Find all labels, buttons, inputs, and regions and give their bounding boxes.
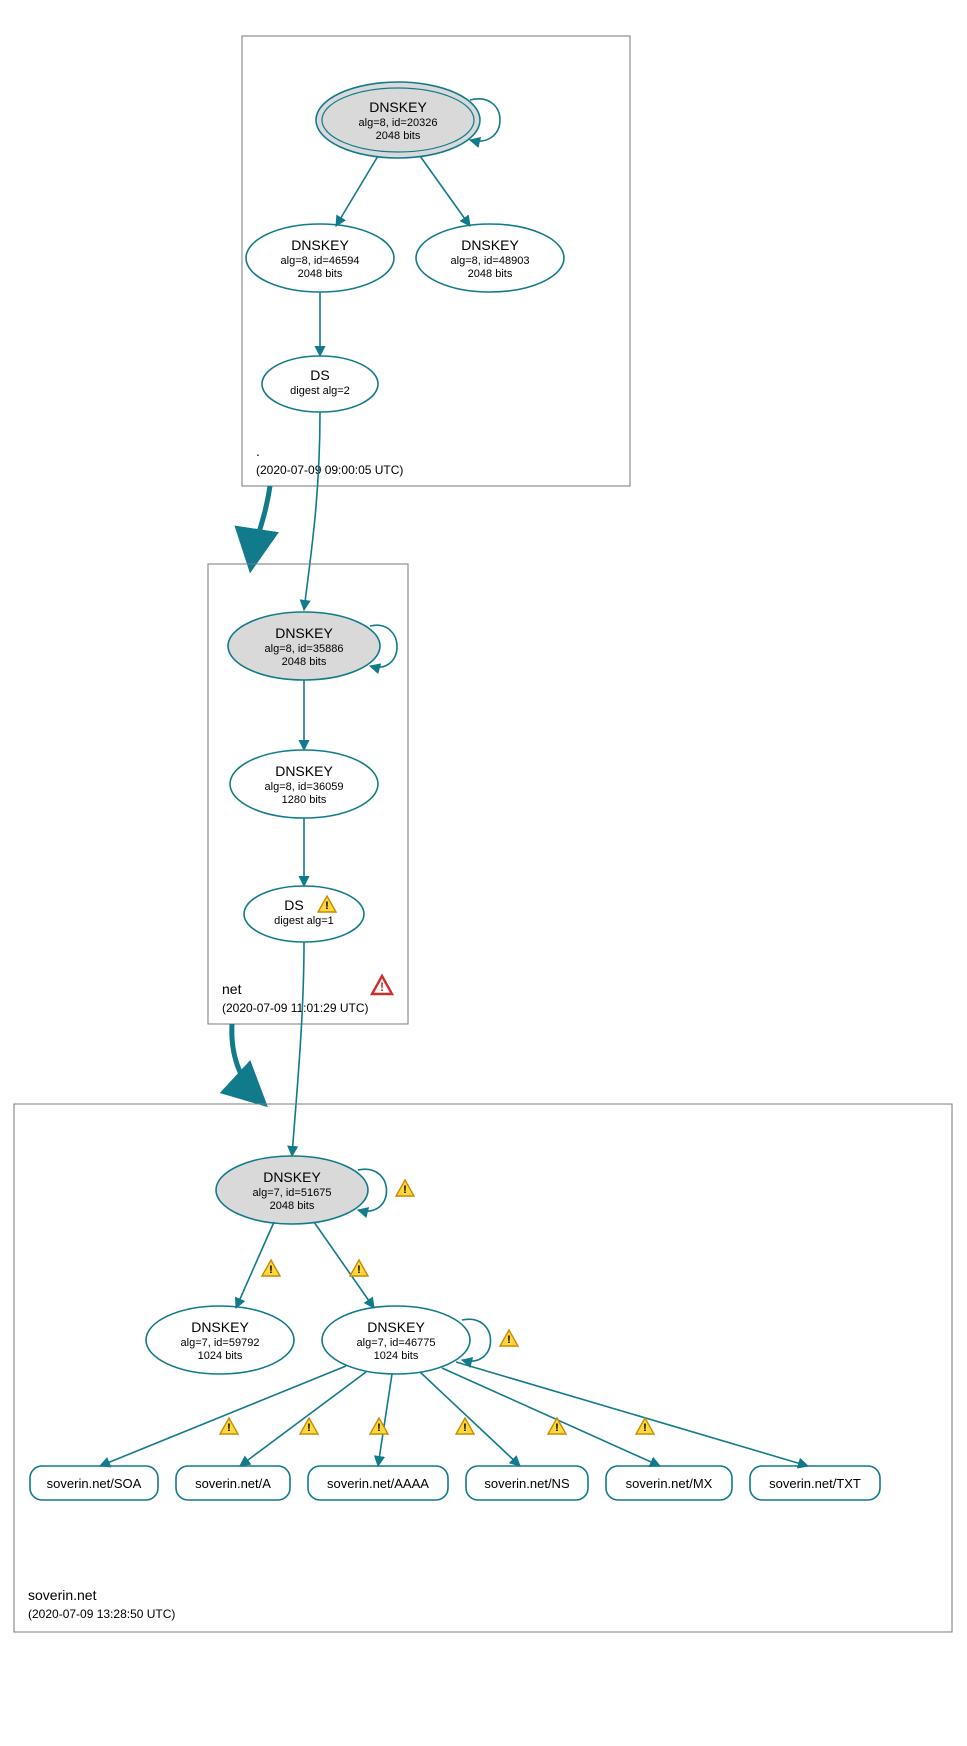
- node-root-zsk1: DNSKEY alg=8, id=46594 2048 bits: [246, 224, 394, 292]
- zone-root-timestamp: (2020-07-09 09:00:05 UTC): [256, 463, 403, 477]
- zone-soverin-timestamp: (2020-07-09 13:28:50 UTC): [28, 1607, 175, 1621]
- svg-text:DNSKEY: DNSKEY: [367, 1319, 425, 1335]
- dnssec-diagram: . (2020-07-09 09:00:05 UTC) DNSKEY alg=8…: [0, 0, 967, 1746]
- svg-text:DNSKEY: DNSKEY: [275, 625, 333, 641]
- svg-text:!: !: [643, 1422, 647, 1434]
- warning-icon-edge-soa: !: [220, 1418, 238, 1434]
- svg-text:alg=8, id=20326: alg=8, id=20326: [359, 117, 438, 129]
- svg-text:soverin.net/TXT: soverin.net/TXT: [769, 1476, 861, 1491]
- warning-icon-edge-mx: !: [548, 1418, 566, 1434]
- rrset-aaaa: soverin.net/AAAA: [308, 1466, 448, 1500]
- svg-text:alg=8, id=35886: alg=8, id=35886: [265, 643, 344, 655]
- edge-rootksk-zsk1: [336, 156, 378, 226]
- edge-zsk2-ns: [420, 1372, 520, 1466]
- node-net-zsk: DNSKEY alg=8, id=36059 1280 bits: [230, 750, 378, 818]
- edge-zsk2-soa: [100, 1366, 346, 1466]
- svg-text:DNSKEY: DNSKEY: [369, 99, 427, 115]
- edge-netds-sovksk: [292, 942, 304, 1156]
- warning-icon-edge-a: !: [300, 1418, 318, 1434]
- svg-text:digest alg=2: digest alg=2: [290, 385, 350, 397]
- svg-text:!: !: [307, 1422, 311, 1434]
- node-net-ksk: DNSKEY alg=8, id=35886 2048 bits: [228, 612, 380, 680]
- svg-text:!: !: [269, 1264, 273, 1276]
- edge-root-to-net: [252, 486, 270, 560]
- warning-icon-sovksk-zsk2: !: [350, 1260, 368, 1276]
- svg-text:!: !: [403, 1184, 407, 1196]
- svg-text:!: !: [357, 1264, 361, 1276]
- rrset-txt: soverin.net/TXT: [750, 1466, 880, 1500]
- svg-text:DNSKEY: DNSKEY: [191, 1319, 249, 1335]
- edge-zsk2-mx: [442, 1368, 660, 1466]
- svg-text:2048 bits: 2048 bits: [468, 268, 513, 280]
- svg-text:DS: DS: [284, 897, 303, 913]
- svg-text:1280 bits: 1280 bits: [282, 794, 327, 806]
- edge-rootds-netksk: [304, 412, 320, 610]
- svg-text:DNSKEY: DNSKEY: [461, 237, 519, 253]
- edge-sovksk-zsk2: [314, 1222, 374, 1308]
- svg-text:1024 bits: 1024 bits: [198, 1350, 243, 1362]
- svg-text:2048 bits: 2048 bits: [298, 268, 343, 280]
- svg-text:alg=7, id=46775: alg=7, id=46775: [357, 1337, 436, 1349]
- warning-icon-sovksk-self: !: [396, 1180, 414, 1196]
- svg-text:!: !: [377, 1422, 381, 1434]
- node-sov-zsk2: DNSKEY alg=7, id=46775 1024 bits: [322, 1306, 470, 1374]
- svg-text:!: !: [227, 1422, 231, 1434]
- svg-text:soverin.net/SOA: soverin.net/SOA: [47, 1476, 142, 1491]
- svg-text:alg=7, id=59792: alg=7, id=59792: [181, 1337, 260, 1349]
- svg-text:DNSKEY: DNSKEY: [291, 237, 349, 253]
- zone-soverin-name: soverin.net: [28, 1587, 97, 1603]
- svg-text:soverin.net/A: soverin.net/A: [195, 1476, 271, 1491]
- svg-text:DS: DS: [310, 367, 329, 383]
- svg-text:!: !: [325, 900, 329, 912]
- svg-text:soverin.net/NS: soverin.net/NS: [484, 1476, 570, 1491]
- svg-text:alg=8, id=46594: alg=8, id=46594: [281, 255, 360, 267]
- node-sov-zsk1: DNSKEY alg=7, id=59792 1024 bits: [146, 1306, 294, 1374]
- rrset-ns: soverin.net/NS: [466, 1466, 588, 1500]
- svg-text:soverin.net/AAAA: soverin.net/AAAA: [327, 1476, 429, 1491]
- zone-soverin: soverin.net (2020-07-09 13:28:50 UTC) DN…: [14, 1104, 952, 1632]
- edge-net-to-soverin: [232, 1024, 258, 1098]
- svg-text:!: !: [463, 1422, 467, 1434]
- svg-text:!: !: [507, 1334, 511, 1346]
- rrset-soa: soverin.net/SOA: [30, 1466, 158, 1500]
- rrset-mx: soverin.net/MX: [606, 1466, 732, 1500]
- zone-net-name: net: [222, 981, 242, 997]
- rrset-a: soverin.net/A: [176, 1466, 290, 1500]
- edge-zsk2-txt: [456, 1362, 808, 1466]
- zone-root: . (2020-07-09 09:00:05 UTC) DNSKEY alg=8…: [242, 36, 630, 486]
- svg-text:!: !: [380, 980, 384, 994]
- svg-text:alg=8, id=36059: alg=8, id=36059: [265, 781, 344, 793]
- node-root-ksk: DNSKEY alg=8, id=20326 2048 bits: [316, 82, 480, 158]
- warning-icon-sovksk-zsk1: !: [262, 1260, 280, 1276]
- svg-text:DNSKEY: DNSKEY: [275, 763, 333, 779]
- zone-net: net (2020-07-09 11:01:29 UTC) ! DNSKEY a…: [208, 564, 408, 1024]
- node-root-zsk2: DNSKEY alg=8, id=48903 2048 bits: [416, 224, 564, 292]
- svg-text:alg=8, id=48903: alg=8, id=48903: [451, 255, 530, 267]
- svg-text:alg=7, id=51675: alg=7, id=51675: [253, 1187, 332, 1199]
- svg-text:1024 bits: 1024 bits: [374, 1350, 419, 1362]
- edge-rootksk-zsk2: [420, 156, 470, 226]
- error-icon-net: !: [372, 976, 392, 994]
- svg-text:DNSKEY: DNSKEY: [263, 1169, 321, 1185]
- edge-zsk2-a: [240, 1372, 366, 1466]
- node-sov-ksk: DNSKEY alg=7, id=51675 2048 bits: [216, 1156, 368, 1224]
- svg-text:!: !: [555, 1422, 559, 1434]
- zone-net-timestamp: (2020-07-09 11:01:29 UTC): [222, 1001, 369, 1015]
- svg-text:2048 bits: 2048 bits: [282, 656, 327, 668]
- warning-icon-sovzsk2-self: !: [500, 1330, 518, 1346]
- node-root-ds: DS digest alg=2: [262, 356, 378, 412]
- node-net-ds: DS digest alg=1: [244, 886, 364, 942]
- svg-text:soverin.net/MX: soverin.net/MX: [626, 1476, 713, 1491]
- zone-root-name: .: [256, 443, 260, 459]
- svg-text:2048 bits: 2048 bits: [376, 130, 421, 142]
- svg-text:2048 bits: 2048 bits: [270, 1200, 315, 1212]
- svg-text:digest alg=1: digest alg=1: [274, 915, 334, 927]
